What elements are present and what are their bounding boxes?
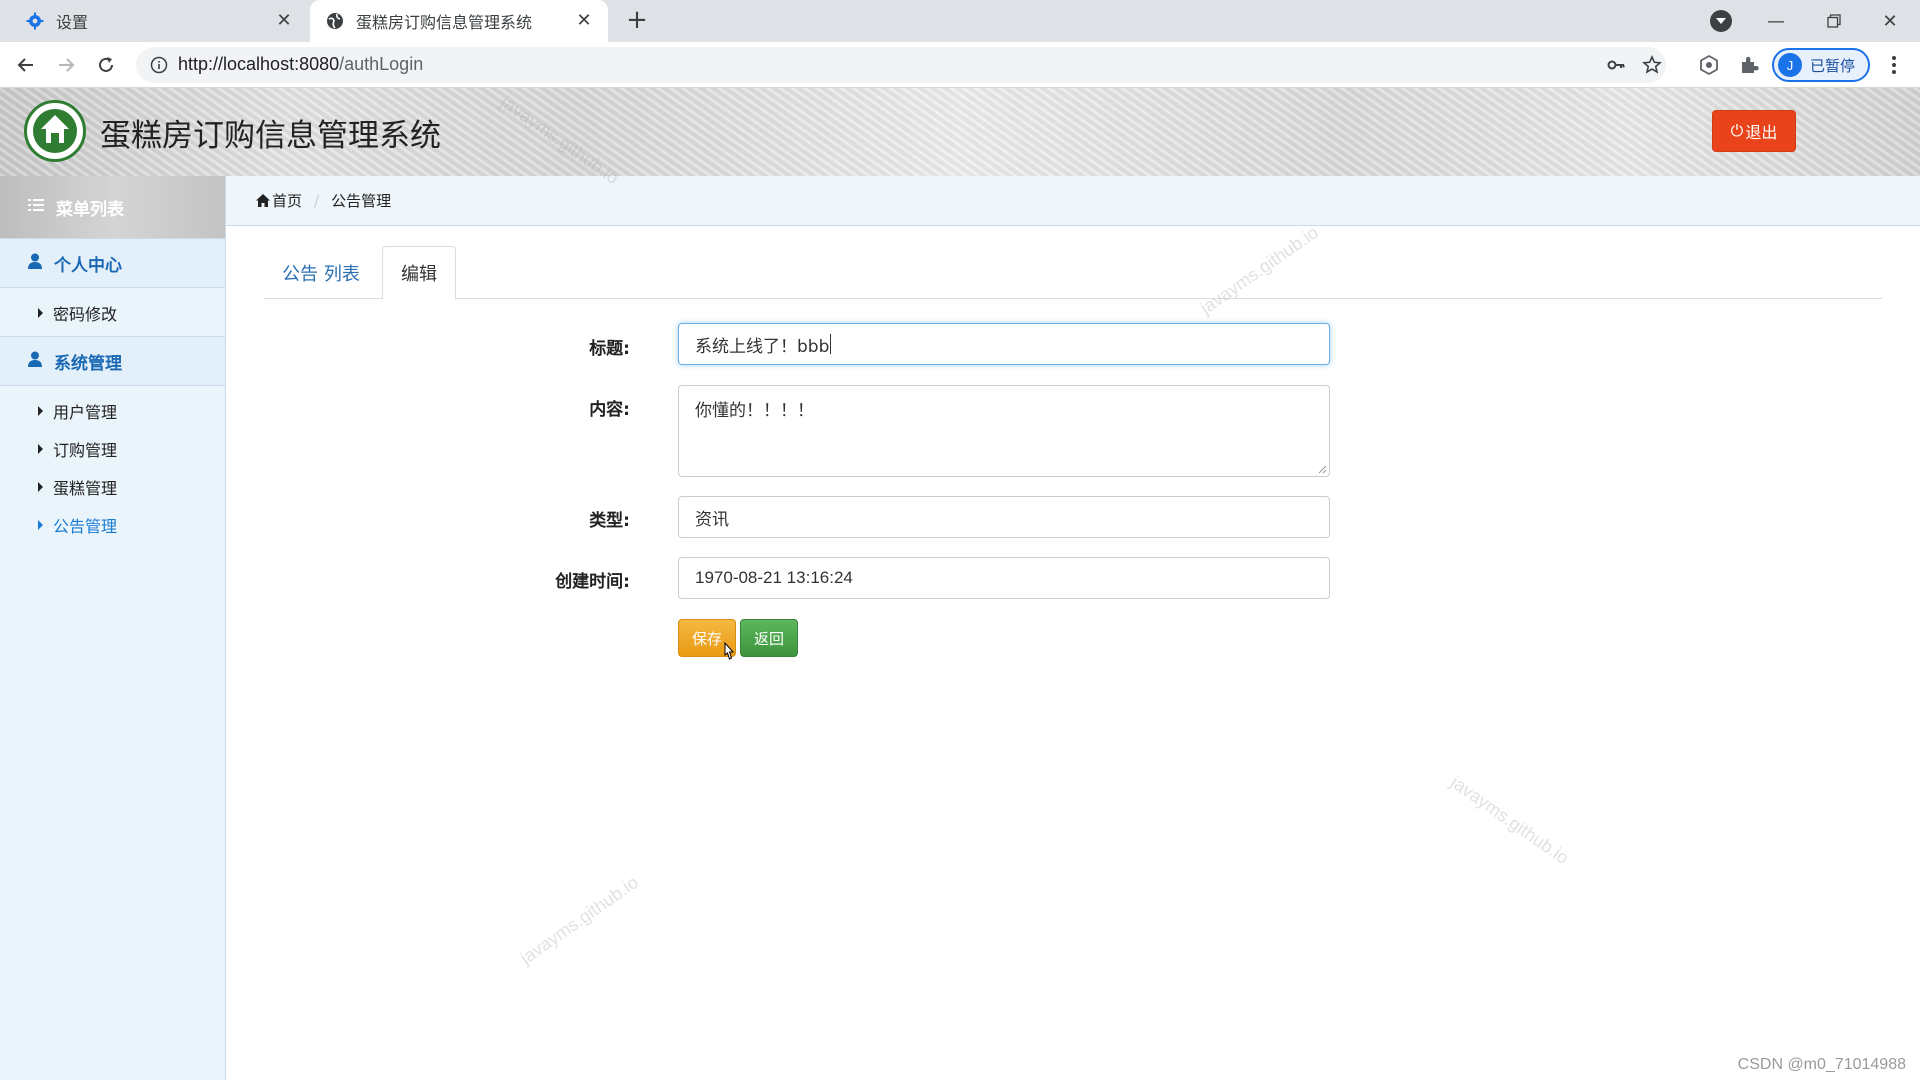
back-arrow-icon[interactable]	[12, 51, 40, 79]
title-label: 标题:	[589, 339, 630, 359]
address-bar[interactable]: http://localhost:8080/authLogin	[136, 47, 1666, 83]
browser-tab-title: 蛋糕房订购信息管理系统	[356, 13, 533, 32]
avatar: J	[1778, 53, 1802, 77]
sidebar-item-order-management[interactable]: 订购管理	[0, 430, 225, 468]
globe-icon	[326, 12, 344, 30]
menu-list-header: 菜单列表	[0, 176, 225, 238]
tab-search-icon[interactable]	[1710, 10, 1732, 32]
gear-icon	[26, 12, 44, 30]
close-tab-icon[interactable]: ✕	[574, 11, 594, 31]
created-time-label: 创建时间:	[555, 572, 630, 592]
caret-right-icon	[38, 482, 43, 492]
browser-tab-title: 设置	[56, 13, 89, 32]
content-label: 内容:	[589, 400, 630, 420]
breadcrumb-home[interactable]: 首页	[256, 190, 302, 211]
csdn-credit: CSDN @m0_71014988	[1737, 1056, 1906, 1073]
caret-right-icon	[38, 308, 43, 318]
restore-icon[interactable]	[1806, 0, 1862, 42]
tab-edit[interactable]: 编辑	[382, 246, 456, 300]
browser-tab-settings[interactable]: 设置 ✕	[10, 0, 308, 42]
breadcrumb-current: 公告管理	[331, 192, 392, 210]
back-button[interactable]: 返回	[740, 619, 798, 657]
forward-arrow-icon[interactable]	[52, 51, 80, 79]
content-tabs: 公告 列表 编辑	[264, 246, 1882, 300]
system-title: 蛋糕房订购信息管理系统	[100, 118, 441, 154]
watermark-text: javayms.github.io	[1447, 772, 1573, 869]
text-cursor	[830, 334, 832, 354]
sidebar-group-system-management[interactable]: 系统管理	[0, 336, 225, 386]
bookmark-star-icon[interactable]	[1642, 55, 1662, 75]
sidebar-item-password-change[interactable]: 密码修改	[0, 294, 225, 332]
breadcrumb-separator: /	[314, 191, 320, 210]
app-header: 蛋糕房订购信息管理系统 ⏻ 退出	[0, 88, 1920, 176]
caret-right-icon	[38, 406, 43, 416]
key-icon[interactable]	[1606, 55, 1626, 75]
minimize-icon[interactable]: —	[1748, 0, 1804, 42]
university-logo	[24, 100, 86, 162]
list-icon	[28, 197, 44, 217]
sidebar-item-announcement-management[interactable]: 公告管理	[0, 506, 225, 544]
sidebar: 菜单列表 个人中心 密码修改 系统管理 用户管理 订购管理 蛋糕管理 公告管理	[0, 176, 226, 1080]
profile-button[interactable]: J 已暂停	[1772, 48, 1870, 82]
created-time-input[interactable]: 1970-08-21 13:16:24	[678, 557, 1330, 599]
title-input[interactable]: 系统上线了！bbb	[678, 323, 1330, 365]
resize-handle-icon[interactable]	[1317, 464, 1327, 474]
breadcrumb: 首页 / 公告管理	[226, 176, 1920, 226]
mouse-pointer-icon	[724, 642, 735, 660]
browser-tabstrip: 设置 ✕ 蛋糕房订购信息管理系统 ✕ + — ✕	[0, 0, 1920, 42]
url-text: http://localhost:8080/authLogin	[178, 54, 424, 74]
user-icon	[28, 351, 42, 372]
power-icon: ⏻	[1730, 121, 1744, 140]
caret-right-icon	[38, 520, 43, 530]
tab-announcement-list[interactable]: 公告 列表	[264, 246, 378, 299]
caret-right-icon	[38, 444, 43, 454]
profile-status-label: 已暂停	[1810, 56, 1856, 75]
extension-hex-icon[interactable]	[1698, 54, 1720, 76]
sidebar-item-cake-management[interactable]: 蛋糕管理	[0, 468, 225, 506]
puzzle-extensions-icon[interactable]	[1738, 54, 1760, 76]
user-icon	[28, 253, 42, 274]
new-tab-plus-icon[interactable]: +	[624, 7, 650, 34]
more-menu-icon[interactable]	[1884, 54, 1904, 76]
info-icon[interactable]	[150, 56, 168, 74]
home-icon	[256, 194, 270, 207]
sidebar-group-personal-center[interactable]: 个人中心	[0, 238, 225, 288]
watermark-text: javayms.github.io	[516, 872, 642, 969]
browser-toolbar: http://localhost:8080/authLogin J 已暂停	[0, 42, 1920, 88]
close-tab-icon[interactable]: ✕	[274, 11, 294, 31]
browser-tab-active[interactable]: 蛋糕房订购信息管理系统 ✕	[310, 0, 608, 42]
sidebar-item-user-management[interactable]: 用户管理	[0, 392, 225, 430]
type-label: 类型:	[589, 511, 630, 531]
window-close-icon[interactable]: ✕	[1862, 0, 1918, 42]
reload-icon[interactable]	[92, 51, 120, 79]
logout-button[interactable]: ⏻ 退出	[1712, 110, 1796, 152]
type-input[interactable]: 资讯	[678, 496, 1330, 538]
content-textarea[interactable]: 你懂的！！！！	[678, 385, 1330, 477]
